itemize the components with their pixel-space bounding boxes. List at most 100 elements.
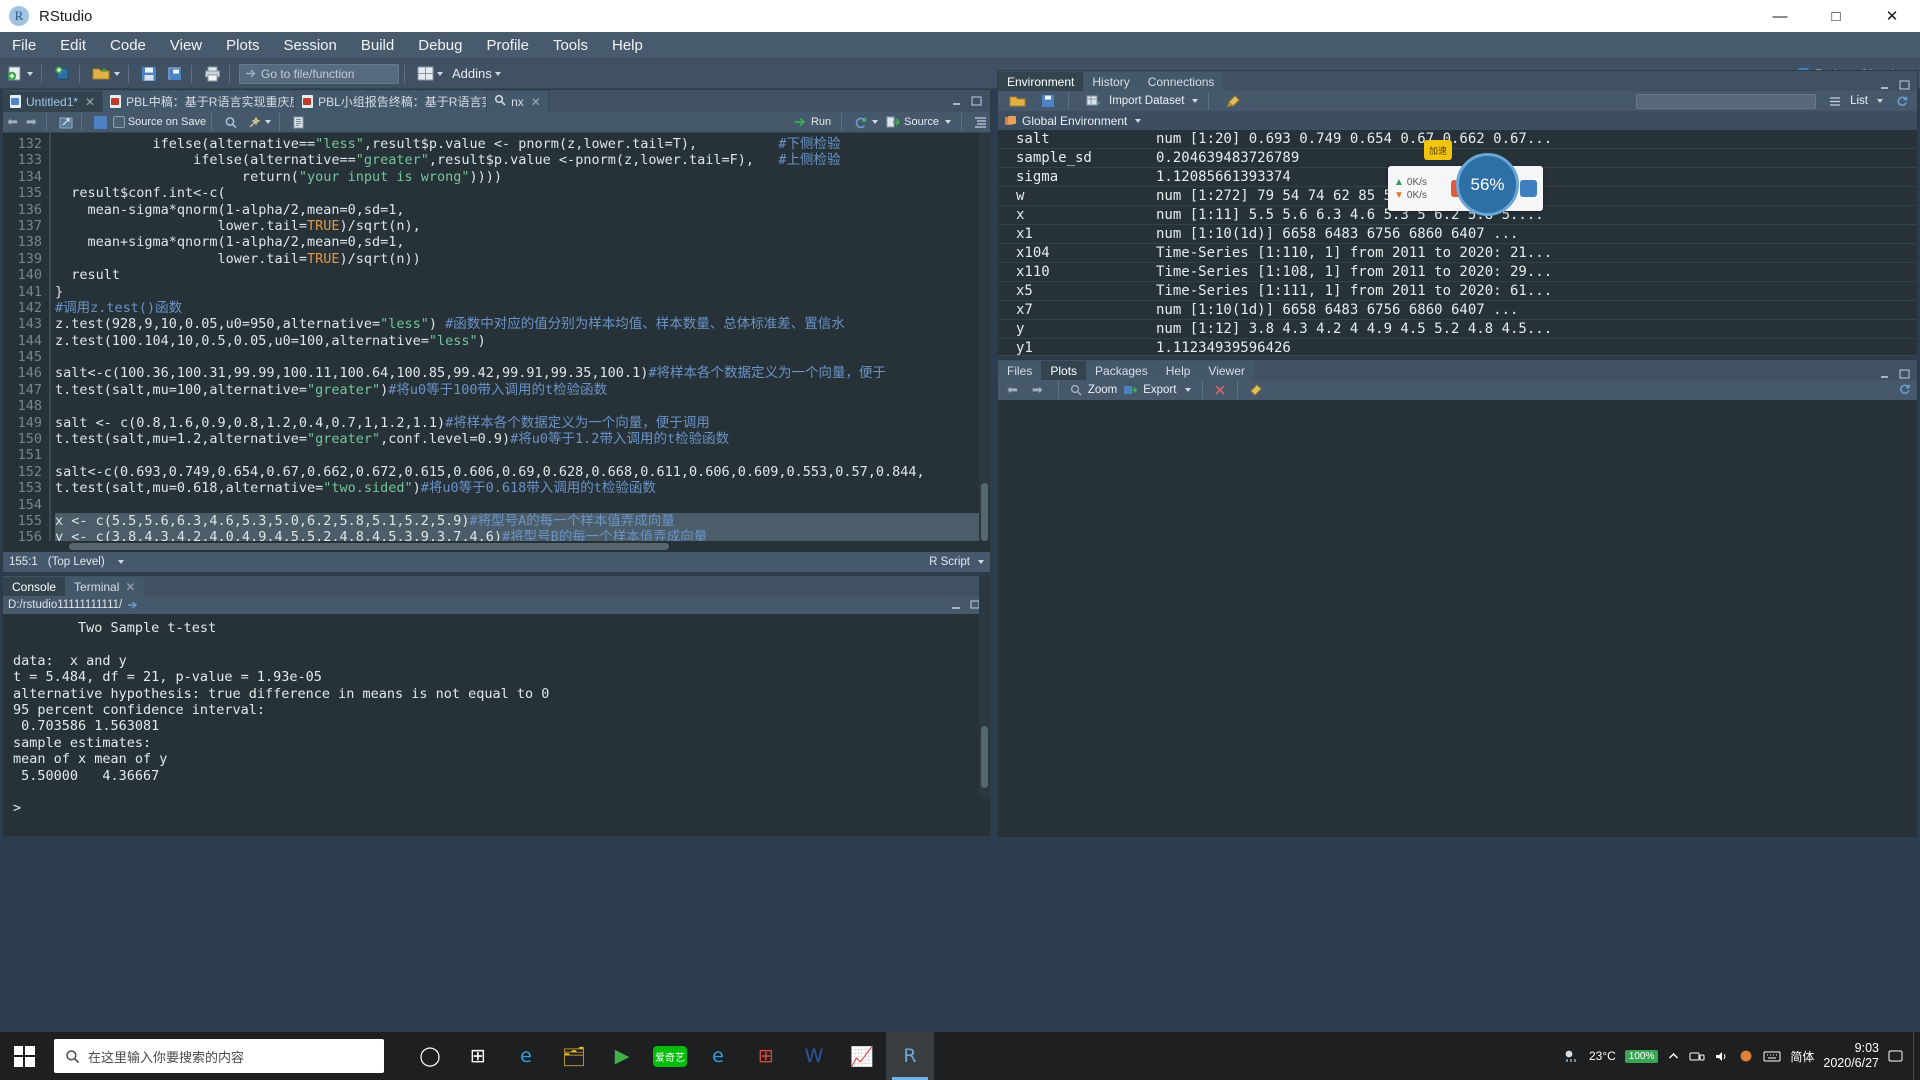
browser-360-icon[interactable]: e — [694, 1032, 742, 1080]
plots-tab-viewer[interactable]: Viewer — [1199, 361, 1254, 380]
menu-item-help[interactable]: Help — [600, 32, 655, 59]
plot-forward-button[interactable]: ➡ — [1028, 382, 1047, 398]
code-line[interactable]: z.test(100.104,10,0.5,0.05,u0=100,altern… — [55, 333, 990, 349]
environment-row[interactable]: salt num [1:20] 0.693 0.749 0.654 0.67 0.… — [998, 130, 1917, 149]
file-explorer-icon[interactable]: 🗂 — [550, 1032, 598, 1080]
code-line[interactable]: lower.tail=TRUE)/sqrt(n), — [55, 218, 990, 234]
environment-search-input[interactable] — [1636, 93, 1817, 109]
show-desktop-button[interactable] — [1913, 1032, 1920, 1080]
chevron-down-icon[interactable] — [117, 560, 124, 564]
clear-workspace-button[interactable] — [1223, 90, 1244, 112]
chevron-down-icon[interactable] — [265, 120, 272, 124]
weather-icon[interactable] — [1563, 1048, 1580, 1064]
environment-row[interactable]: x110 Time-Series [1:108, 1] from 2011 to … — [998, 263, 1917, 282]
maximize-pane-icon[interactable] — [1898, 369, 1911, 380]
addins-chevron-down-icon[interactable] — [494, 71, 501, 76]
refresh-icon[interactable] — [1898, 383, 1911, 395]
keyboard-icon[interactable] — [1763, 1050, 1781, 1063]
forward-button[interactable]: ➡ — [22, 114, 41, 130]
code-line[interactable]: lower.tail=TRUE)/sqrt(n)) — [55, 251, 990, 267]
menu-item-build[interactable]: Build — [349, 32, 406, 59]
source-tab-3[interactable]: nx ✕ — [487, 91, 549, 112]
media-player-icon[interactable]: ▶ — [598, 1032, 646, 1080]
code-line[interactable]: mean+sigma*qnorm(1-alpha/2,mean=0,sd=1, — [55, 234, 990, 250]
code-line[interactable] — [55, 497, 990, 513]
menu-item-view[interactable]: View — [158, 32, 214, 59]
chevron-down-icon[interactable] — [1192, 99, 1199, 103]
plot-back-button[interactable]: ⬅ — [1003, 382, 1022, 398]
source-on-save-checkbox[interactable] — [112, 116, 125, 128]
code-line[interactable]: #调用z.test()函数 — [55, 300, 990, 316]
source-on-save-label[interactable]: Source on Save — [128, 116, 206, 128]
plots-tab-files[interactable]: Files — [998, 361, 1042, 380]
code-line[interactable]: t.test(salt,mu=1.2,alternative="greater"… — [55, 431, 990, 447]
chevron-down-icon[interactable] — [1877, 99, 1883, 103]
environment-row[interactable]: x104 Time-Series [1:110, 1] from 2011 to … — [998, 244, 1917, 263]
environment-list-view-button[interactable] — [1826, 90, 1844, 112]
accelerate-badge[interactable]: 加速 — [1424, 140, 1452, 160]
save-current-document-button[interactable] — [91, 111, 110, 133]
code-line[interactable]: ifelse(alternative=="less",result$p.valu… — [55, 136, 990, 152]
goto-file-function-input[interactable]: Go to file/function — [239, 63, 399, 84]
rerun-button[interactable] — [851, 111, 881, 133]
console-working-directory[interactable]: D:/rstudio11111111111/ — [8, 599, 122, 611]
code-line[interactable]: } — [55, 284, 990, 300]
store-icon[interactable]: ⊞ — [742, 1032, 790, 1080]
code-line[interactable]: salt<-c(0.693,0.749,0.654,0.67,0.662,0.6… — [55, 464, 990, 480]
code-line[interactable]: t.test(salt,mu=0.618,alternative="two.si… — [55, 480, 990, 496]
clock[interactable]: 9:03 2020/6/27 — [1823, 1041, 1879, 1071]
chevron-down-icon[interactable] — [27, 71, 33, 76]
plot-export-label[interactable]: Export — [1143, 384, 1176, 396]
source-tab-1[interactable]: PBL中稿：基于R语言实现重庆房价走势...✕ — [103, 91, 296, 112]
battery-indicator[interactable]: 100% — [1624, 1049, 1659, 1063]
import-dataset-button[interactable] — [1083, 90, 1104, 112]
close-button[interactable]: ✕ — [1864, 0, 1920, 32]
workspace-panes-button[interactable] — [414, 63, 446, 85]
console-tab-console[interactable]: Console — [3, 577, 66, 596]
menu-item-plots[interactable]: Plots — [214, 32, 271, 59]
print-button[interactable] — [201, 63, 224, 85]
start-button[interactable] — [0, 1032, 48, 1080]
source-button[interactable]: Source — [881, 116, 956, 128]
environment-tab-connections[interactable]: Connections — [1138, 72, 1224, 91]
environment-tab-environment[interactable]: Environment — [998, 72, 1084, 91]
plots-tab-plots[interactable]: Plots — [1041, 361, 1087, 380]
network-icon[interactable] — [1689, 1050, 1705, 1063]
menu-item-tools[interactable]: Tools — [541, 32, 600, 59]
file-type-label[interactable]: R Script — [929, 556, 970, 568]
show-in-new-window-button[interactable] — [56, 111, 76, 133]
menu-item-code[interactable]: Code — [98, 32, 158, 59]
console-tab-terminal[interactable]: Terminal ✕ — [65, 577, 145, 596]
chevron-down-icon[interactable] — [1185, 388, 1192, 392]
minimize-pane-icon[interactable] — [1878, 369, 1891, 380]
environment-scope-selector[interactable]: Global Environment — [998, 111, 1917, 130]
find-replace-button[interactable] — [221, 111, 241, 133]
source-tab-2[interactable]: PBL小组报告终稿：基于R语言实现重庆...✕ — [295, 91, 488, 112]
code-line[interactable]: z.test(928,9,10,0.05,u0=950,alternative=… — [55, 316, 990, 332]
maximize-pane-icon[interactable] — [970, 96, 983, 107]
edge-icon[interactable]: e — [502, 1032, 550, 1080]
save-workspace-button[interactable] — [1038, 90, 1058, 112]
code-line[interactable] — [55, 349, 990, 365]
import-dataset-label[interactable]: Import Dataset — [1109, 95, 1184, 107]
iqiyi-icon[interactable]: 爱奇艺 — [646, 1032, 694, 1080]
memory-usage-meter[interactable]: 56% — [1456, 153, 1519, 216]
chevron-down-icon[interactable] — [978, 560, 984, 564]
rstudio-plot-icon[interactable]: 📈 — [838, 1032, 886, 1080]
code-scope[interactable]: (Top Level) — [48, 556, 105, 568]
save-button[interactable] — [138, 63, 160, 85]
menu-item-debug[interactable]: Debug — [406, 32, 474, 59]
volume-icon[interactable] — [1714, 1050, 1729, 1063]
run-button[interactable]: Run — [789, 116, 836, 128]
load-workspace-button[interactable] — [1006, 90, 1029, 112]
export-icon[interactable] — [1123, 384, 1138, 396]
environment-row[interactable]: x1 num [1:10(1d)] 6658 6483 6756 6860 640… — [998, 225, 1917, 244]
plots-tab-packages[interactable]: Packages — [1086, 361, 1157, 380]
environment-row[interactable]: x7 num [1:10(1d)] 6658 6483 6756 6860 640… — [998, 301, 1917, 320]
environment-row[interactable]: x5 Time-Series [1:111, 1] from 2011 to 20… — [998, 282, 1917, 301]
code-line[interactable]: salt<-c(100.36,100.31,99.99,100.11,100.6… — [55, 365, 990, 381]
menu-item-session[interactable]: Session — [272, 32, 349, 59]
code-line[interactable]: return("your input is wrong")))) — [55, 169, 990, 185]
code-line[interactable]: salt <- c(0.8,1.6,0.9,0.8,1.2,0.4,0.7,1,… — [55, 415, 990, 431]
chevron-down-icon[interactable] — [872, 120, 879, 124]
